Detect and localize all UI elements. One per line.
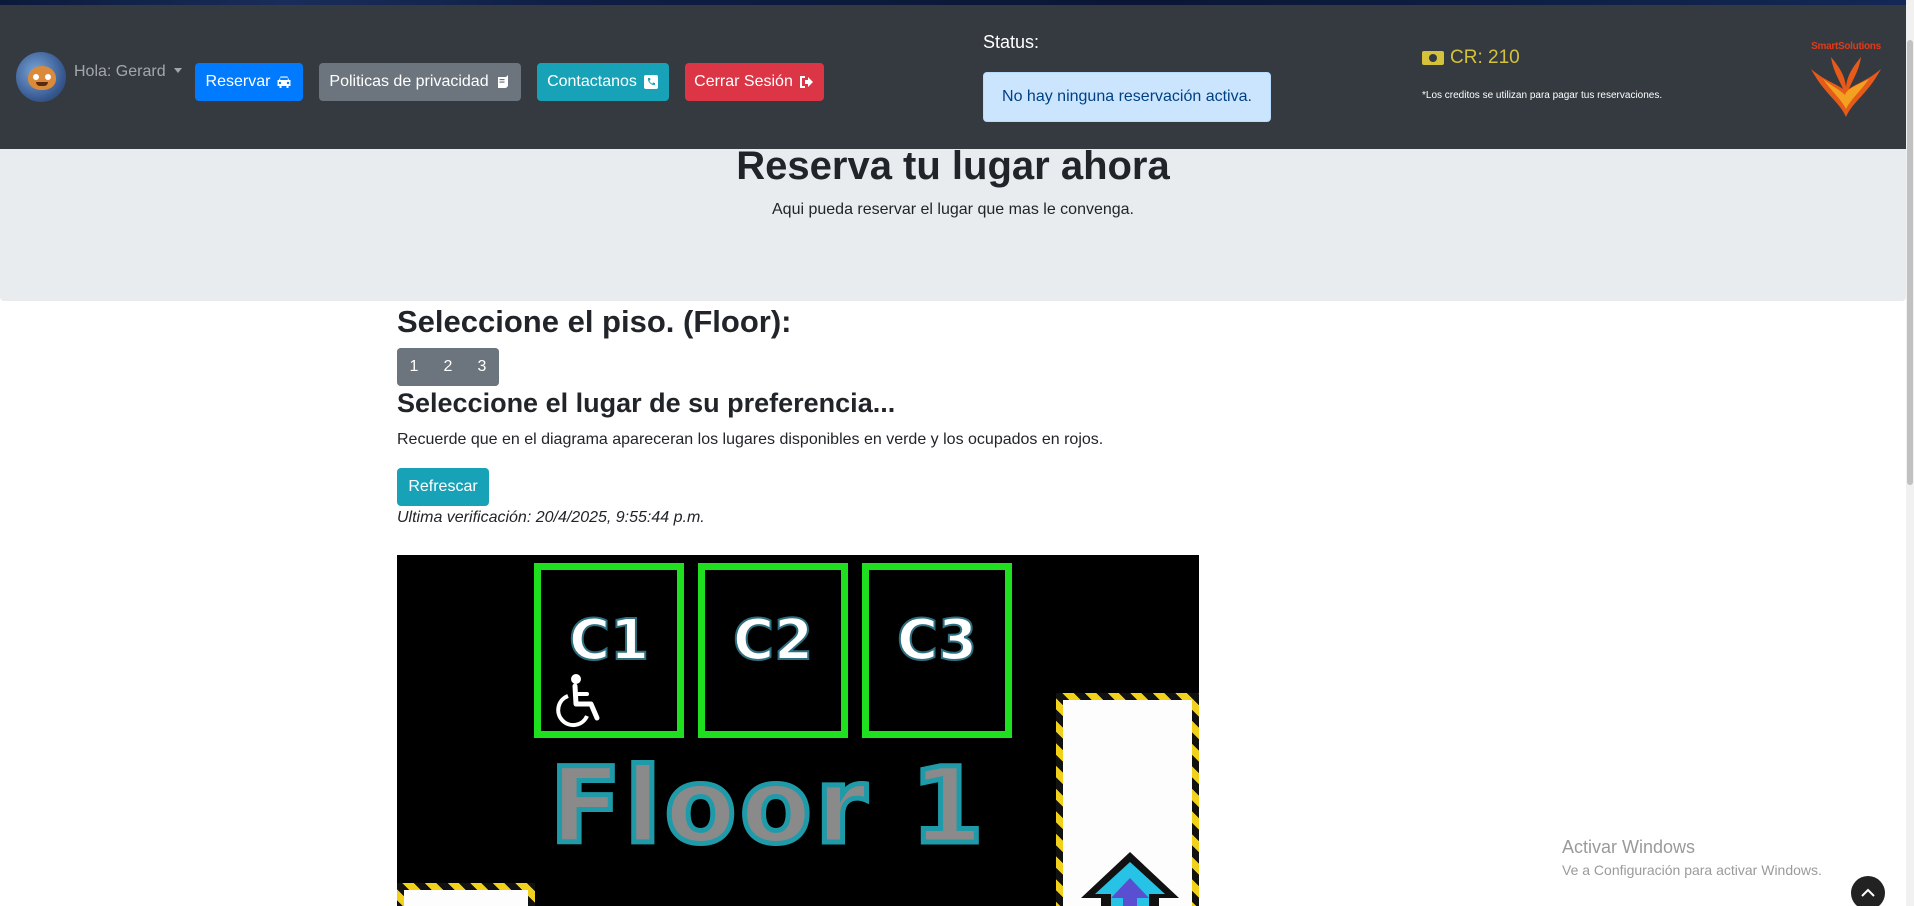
status-alert: No hay ninguna reservación activa. [983,72,1271,122]
contactanos-label: Contactanos [547,73,637,90]
logo-text: SmartSolutions [1811,41,1881,52]
book-icon [495,75,511,89]
page-title: Reserva tu lugar ahora [736,144,1170,188]
reservar-button[interactable]: Reservar [195,63,303,101]
politicas-button[interactable]: Politicas de privacidad [319,63,521,101]
spot-label: C2 [732,607,814,674]
ramp-right [1056,693,1199,906]
parking-diagram: C1 C2 C3 Floor 1 [397,555,1199,906]
floor-selector: 1 2 3 [397,348,499,386]
status-label: Status: [983,32,1040,52]
reservar-label: Reservar [205,73,271,90]
avatar-eye [33,74,39,80]
spot-label: C1 [568,607,650,674]
contactanos-button[interactable]: Contactanos [537,63,669,101]
hint-text: Recuerde que en el diagrama apareceran l… [397,431,1104,448]
user-greeting: Hola: Gerard [74,63,166,80]
cerrar-sesion-label: Cerrar Sesión [694,73,793,90]
phone-icon [643,75,659,89]
back-to-top-button[interactable] [1851,876,1885,906]
spot-heading: Seleccione el lugar de su preferencia... [397,388,896,418]
avatar[interactable] [16,52,66,102]
up-arrow-icon [1081,852,1179,906]
scrollbar[interactable] [1906,0,1914,906]
chevron-up-icon [1861,888,1875,897]
last-check-timestamp: Ultima verificación: 20/4/2025, 9:55:44 … [397,509,705,526]
parking-spot-c1[interactable]: C1 [534,563,684,738]
spot-label: C3 [896,607,978,674]
cerrar-sesion-button[interactable]: Cerrar Sesión [685,63,824,101]
activate-windows-title: Activar Windows [1562,837,1696,857]
sign-out-icon [799,75,815,89]
floor-label: Floor 1 [547,743,988,870]
credits-note: *Los creditos se utilizan para pagar tus… [1422,90,1663,101]
floor-heading: Seleccione el piso. (Floor): [397,304,792,339]
floor-2-button[interactable]: 2 [431,348,465,386]
wheelchair-icon [556,674,600,728]
refresh-button[interactable]: Refrescar [397,468,489,506]
money-icon [1422,51,1444,65]
ramp-left [397,883,535,906]
parking-spot-c2[interactable]: C2 [698,563,848,738]
parking-spot-c3[interactable]: C3 [862,563,1012,738]
activate-windows-subtitle: Ve a Configuración para activar Windows. [1562,862,1822,878]
floor-1-button[interactable]: 1 [397,348,431,386]
navbar: Hola: Gerard Reservar Politicas de priva… [0,5,1914,149]
floor-3-button[interactable]: 3 [465,348,499,386]
credits-value: CR: 210 [1450,47,1520,68]
avatar-mouth [36,82,48,86]
credits-display: CR: 210 [1422,47,1520,69]
politicas-label: Politicas de privacidad [329,73,489,90]
avatar-face [28,66,56,90]
avatar-eye [45,74,51,80]
scroll-thumb[interactable] [1907,40,1913,485]
user-dropdown-toggle[interactable]: Hola: Gerard [74,63,182,81]
smartsolutions-logo[interactable]: SmartSolutions [1803,39,1889,125]
caret-down-icon [173,68,182,73]
car-icon [276,75,292,89]
page-lead: Aqui pueda reservar el lugar que mas le … [772,201,1134,218]
